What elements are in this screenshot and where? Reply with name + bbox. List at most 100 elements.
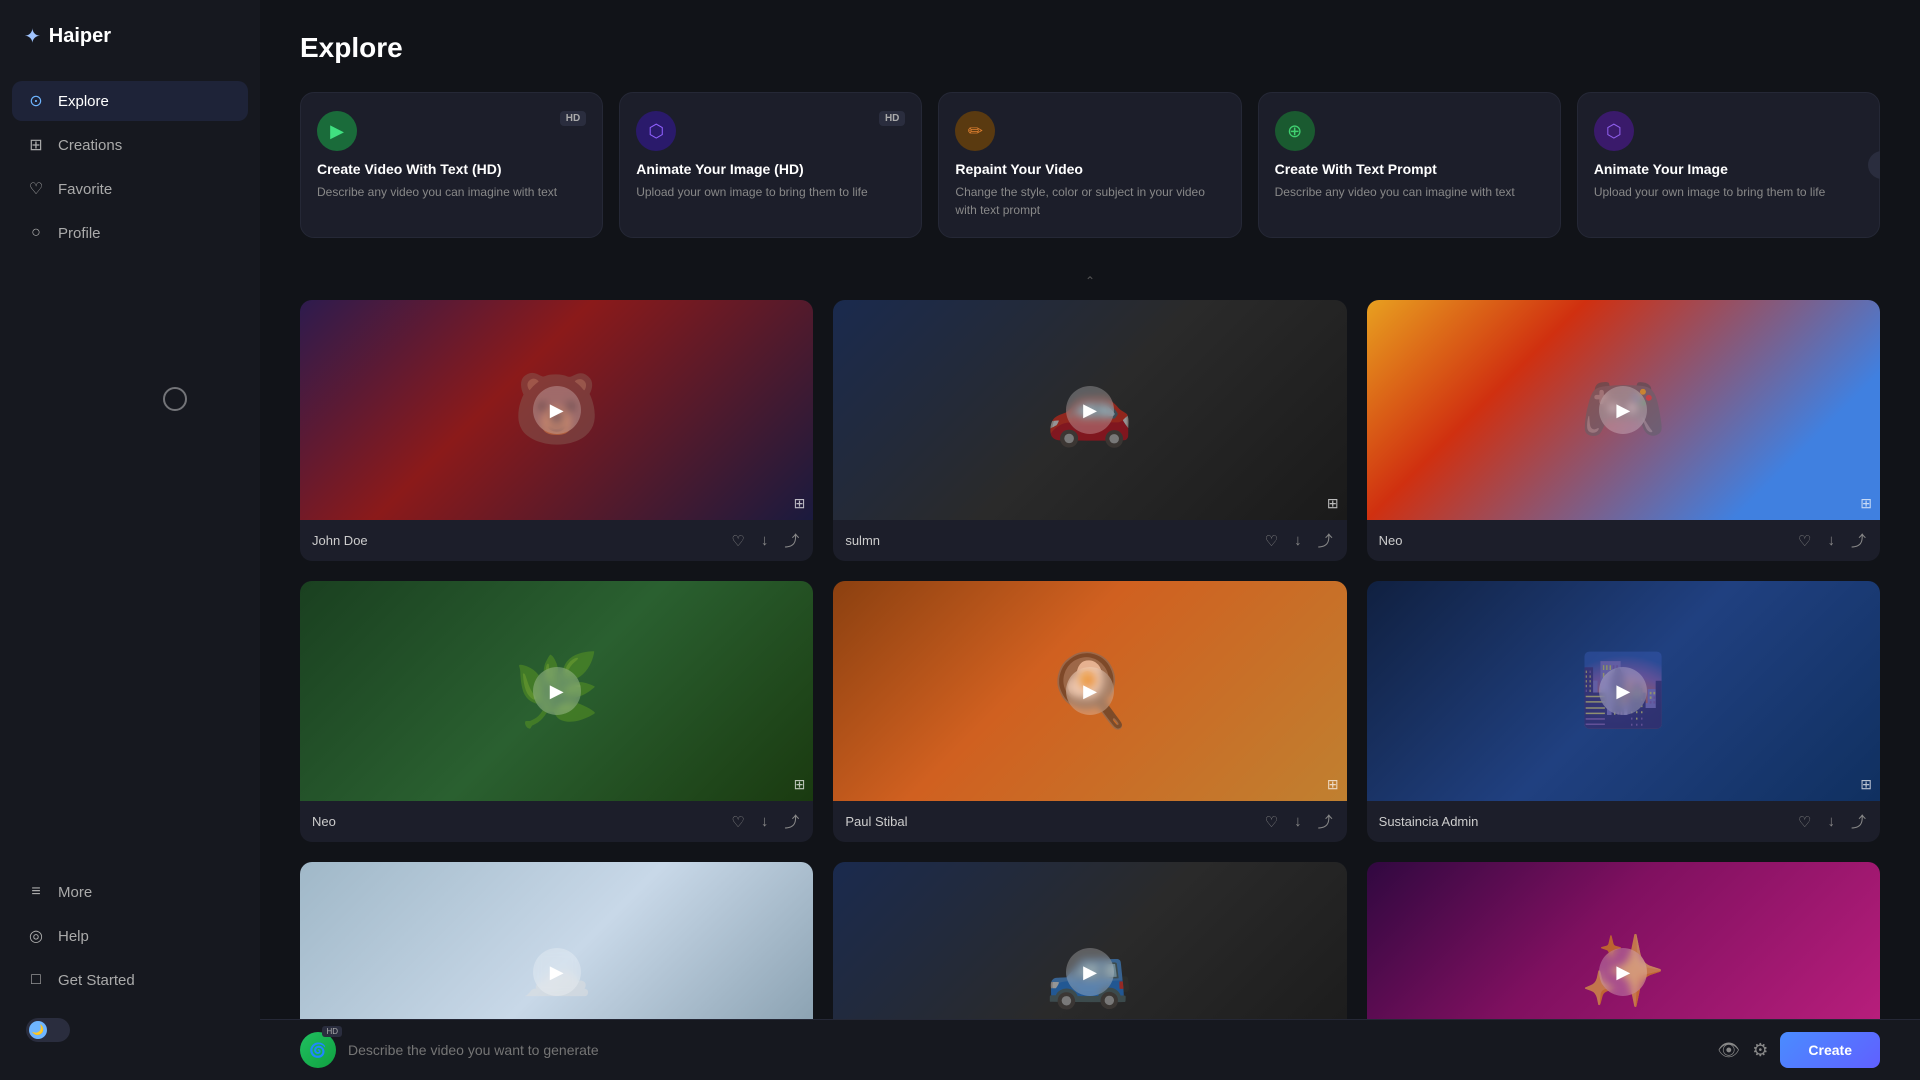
video-card-v1[interactable]: 🐻 ▶ ⊞ John Doe ♡ ↓ ⤴	[300, 300, 813, 561]
download-button[interactable]: ↓	[1825, 809, 1837, 834]
prompt-actions: 👁 ⚙ Create	[1717, 1032, 1880, 1068]
download-button[interactable]: ↓	[1292, 528, 1304, 553]
sidebar-bottom-label: Get Started	[58, 972, 135, 989]
sidebar-item-explore[interactable]: ⊙ Explore	[12, 81, 248, 121]
video-thumbnail: 🐻 ▶ ⊞	[300, 300, 813, 520]
share-button[interactable]: ⤴	[1316, 809, 1335, 834]
play-button[interactable]: ▶	[1599, 667, 1647, 715]
page-title: Explore	[300, 32, 1880, 64]
share-button[interactable]: ⤴	[1316, 528, 1335, 553]
like-button[interactable]: ♡	[729, 809, 746, 834]
sidebar-item-label: Explore	[58, 93, 109, 110]
creations-icon: ⊞	[26, 135, 46, 155]
feature-desc: Upload your own image to bring them to l…	[1594, 183, 1863, 201]
feature-card-header: ⬡ HD	[636, 111, 905, 151]
dark-mode-toggle[interactable]: 🌙	[12, 1008, 248, 1052]
video-thumbnail: 🌆 ▶ ⊞	[1367, 581, 1880, 801]
video-author: Paul Stibal	[845, 814, 907, 829]
logo: ✦ Haiper	[0, 24, 260, 81]
favorite-icon: ♡	[26, 179, 46, 199]
video-card-v4[interactable]: 🌿 ▶ ⊞ Neo ♡ ↓ ⤴	[300, 581, 813, 842]
feature-icon: ▶	[317, 111, 357, 151]
video-actions: ♡ ↓ ⤴	[1263, 528, 1335, 553]
video-card-v5[interactable]: 🍳 ▶ ⊞ Paul Stibal ♡ ↓ ⤴	[833, 581, 1346, 842]
like-button[interactable]: ♡	[1263, 809, 1280, 834]
play-button[interactable]: ▶	[1599, 386, 1647, 434]
expand-icon[interactable]: ⊞	[1327, 776, 1339, 793]
expand-icon[interactable]: ⊞	[794, 495, 806, 512]
feature-card-repaint-video[interactable]: ✏ Repaint Your Video Change the style, c…	[938, 92, 1241, 238]
sidebar-item-label: Profile	[58, 225, 101, 242]
feature-card-animate-image-2[interactable]: ⬡ Animate Your Image Upload your own ima…	[1577, 92, 1880, 238]
hd-badge: HD	[560, 111, 586, 126]
like-button[interactable]: ♡	[1796, 528, 1813, 553]
feature-card-create-video-hd[interactable]: ▶ HD Create Video With Text (HD) Describ…	[300, 92, 603, 238]
download-button[interactable]: ↓	[759, 809, 771, 834]
expand-icon[interactable]: ⊞	[794, 776, 806, 793]
feature-card-create-text-prompt[interactable]: ⊕ Create With Text Prompt Describe any v…	[1258, 92, 1561, 238]
download-button[interactable]: ↓	[759, 528, 771, 553]
play-button[interactable]: ▶	[533, 667, 581, 715]
sidebar-bottom-item-help[interactable]: ◎ Help	[12, 916, 248, 956]
prompt-eye-button[interactable]: 👁	[1717, 1040, 1740, 1061]
video-footer: Sustaincia Admin ♡ ↓ ⤴	[1367, 801, 1880, 842]
like-button[interactable]: ♡	[1796, 809, 1813, 834]
like-button[interactable]: ♡	[1263, 528, 1280, 553]
sidebar-item-favorite[interactable]: ♡ Favorite	[12, 169, 248, 209]
video-card-v2[interactable]: 🚗 ▶ ⊞ sulmn ♡ ↓ ⤴	[833, 300, 1346, 561]
feature-card-animate-image-hd[interactable]: ⬡ HD Animate Your Image (HD) Upload your…	[619, 92, 922, 238]
video-footer: Neo ♡ ↓ ⤴	[1367, 520, 1880, 561]
download-button[interactable]: ↓	[1292, 809, 1304, 834]
play-button[interactable]: ▶	[1066, 386, 1114, 434]
play-button[interactable]: ▶	[1599, 948, 1647, 996]
video-actions: ♡ ↓ ⤴	[1796, 528, 1868, 553]
play-button[interactable]: ▶	[1066, 667, 1114, 715]
feature-title: Animate Your Image	[1594, 161, 1863, 177]
like-button[interactable]: ♡	[729, 528, 746, 553]
prompt-hd-badge: HD	[322, 1026, 342, 1037]
share-button[interactable]: ⤴	[1849, 528, 1868, 553]
video-footer: John Doe ♡ ↓ ⤴	[300, 520, 813, 561]
share-button[interactable]: ⤴	[782, 809, 801, 834]
video-card-v3[interactable]: 🎮 ▶ ⊞ Neo ♡ ↓ ⤴	[1367, 300, 1880, 561]
sidebar-bottom-item-get-started[interactable]: □ Get Started	[12, 960, 248, 1000]
expand-icon[interactable]: ⊞	[1860, 776, 1872, 793]
share-button[interactable]: ⤴	[782, 528, 801, 553]
play-button[interactable]: ▶	[533, 386, 581, 434]
sidebar-bottom-item-more[interactable]: ≡ More	[12, 872, 248, 912]
video-author: Neo	[312, 814, 336, 829]
profile-icon: ○	[26, 223, 46, 243]
feature-card-header: ▶ HD	[317, 111, 586, 151]
expand-icon[interactable]: ⊞	[1860, 495, 1872, 512]
feature-icon: ⬡	[636, 111, 676, 151]
sidebar: ✦ Haiper ⊙ Explore ⊞ Creations ♡ Favorit…	[0, 0, 260, 1080]
sidebar-item-profile[interactable]: ○ Profile	[12, 213, 248, 253]
video-actions: ♡ ↓ ⤴	[1796, 809, 1868, 834]
toggle-thumb: 🌙	[29, 1021, 47, 1039]
help-icon: ◎	[26, 926, 46, 946]
hd-badge: HD	[879, 111, 905, 126]
video-author: Sustaincia Admin	[1379, 814, 1479, 829]
prompt-input[interactable]	[348, 1042, 1705, 1058]
toggle-track[interactable]: 🌙	[26, 1018, 70, 1042]
sidebar-item-creations[interactable]: ⊞ Creations	[12, 125, 248, 165]
feature-desc: Describe any video you can imagine with …	[1275, 183, 1544, 201]
prompt-settings-button[interactable]: ⚙	[1752, 1040, 1768, 1061]
prompt-bar: 🌀 HD 👁 ⚙ Create	[260, 1019, 1920, 1080]
logo-text: Haiper	[49, 25, 111, 48]
share-button[interactable]: ⤴	[1849, 809, 1868, 834]
play-button[interactable]: ▶	[1066, 948, 1114, 996]
video-actions: ♡ ↓ ⤴	[729, 809, 801, 834]
video-footer: Paul Stibal ♡ ↓ ⤴	[833, 801, 1346, 842]
video-actions: ♡ ↓ ⤴	[729, 528, 801, 553]
video-thumbnail: 🌿 ▶ ⊞	[300, 581, 813, 801]
sidebar-bottom: ≡ More ◎ Help □ Get Started 🌙	[0, 872, 260, 1056]
video-thumbnail: 🎮 ▶ ⊞	[1367, 300, 1880, 520]
expand-icon[interactable]: ⊞	[1327, 495, 1339, 512]
sidebar-item-label: Creations	[58, 137, 122, 154]
create-button[interactable]: Create	[1780, 1032, 1880, 1068]
play-button[interactable]: ▶	[533, 948, 581, 996]
video-card-v6[interactable]: 🌆 ▶ ⊞ Sustaincia Admin ♡ ↓ ⤴	[1367, 581, 1880, 842]
download-button[interactable]: ↓	[1825, 528, 1837, 553]
video-author: John Doe	[312, 533, 368, 548]
